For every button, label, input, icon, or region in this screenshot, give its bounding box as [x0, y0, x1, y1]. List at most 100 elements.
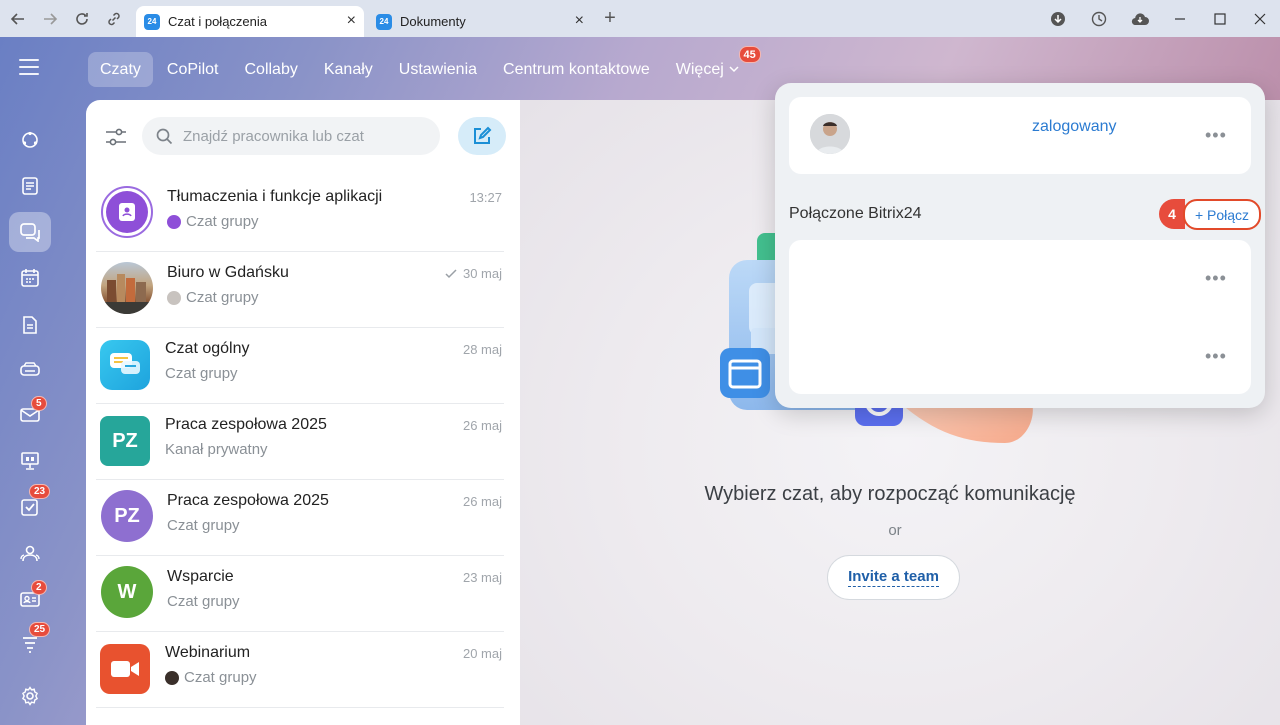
rail-mail-icon[interactable]: 5 — [9, 395, 51, 435]
filter-icon[interactable] — [102, 123, 130, 151]
connected-section-label: Połączone Bitrix24 — [789, 205, 922, 222]
rail-drive-icon[interactable] — [9, 350, 51, 390]
nav-item-chats[interactable]: Czaty — [88, 52, 153, 87]
search-input[interactable] — [183, 127, 413, 145]
nav-item-contact-center[interactable]: Centrum kontaktowe — [491, 52, 662, 87]
more-options-icon[interactable]: ••• — [1205, 347, 1227, 365]
empty-state-or: or — [888, 522, 902, 539]
nav-item-copilot[interactable]: CoPilot — [155, 52, 231, 87]
group-mini-icon — [167, 214, 181, 229]
rail-feed-icon[interactable] — [9, 166, 51, 206]
chat-title: Praca zespołowa 2025 — [167, 492, 329, 509]
chat-subtitle: Czat grupy — [165, 669, 257, 686]
chat-time: 30 maj — [445, 266, 502, 281]
cloud-icon[interactable] — [1119, 0, 1160, 37]
invite-team-button[interactable]: Invite a team — [827, 555, 960, 600]
menu-icon[interactable] — [19, 59, 39, 75]
chat-avatar — [101, 262, 153, 314]
connected-accounts-card: ••• ••• — [789, 240, 1251, 394]
close-icon[interactable]: × — [347, 12, 356, 30]
rail-chats-icon[interactable] — [9, 212, 51, 252]
chat-list-item[interactable]: Biuro w Gdańsku Czat grupy 30 maj — [96, 252, 504, 328]
chat-avatar — [101, 186, 153, 238]
new-tab-button[interactable]: + — [596, 5, 624, 33]
flow-badge: 25 — [29, 622, 51, 637]
user-photo-icon — [810, 114, 850, 154]
rail-copilot-icon[interactable] — [9, 120, 51, 160]
rail-users-icon[interactable] — [9, 533, 51, 573]
chat-time-text: 30 maj — [462, 266, 502, 281]
connect-button[interactable]: + Połącz — [1183, 199, 1261, 230]
current-account-card[interactable]: zalogowany ••• — [789, 97, 1251, 174]
chevron-down-icon — [729, 66, 739, 73]
chat-subtitle: Czat grupy — [167, 213, 259, 230]
chat-list-item[interactable]: Tłumaczenia i funkcje aplikacji Czat gru… — [96, 176, 504, 252]
chat-avatar — [100, 644, 150, 694]
step-number-badge: 4 — [1159, 199, 1185, 229]
chat-list-item[interactable]: W Wsparcie Czat grupy 23 maj — [96, 556, 504, 632]
city-photo-icon — [101, 274, 153, 314]
edit-icon — [474, 126, 492, 144]
chat-time: 28 maj — [462, 342, 502, 357]
chat-subtitle: Czat grupy — [167, 517, 240, 534]
chat-list-panel: Tłumaczenia i funkcje aplikacji Czat gru… — [86, 100, 520, 725]
chat-subtitle: Czat grupy — [167, 289, 259, 306]
account-popup: zalogowany ••• Połączone Bitrix24 4 + Po… — [775, 83, 1265, 408]
rail-flow-icon[interactable]: 25 — [9, 622, 51, 664]
top-navigation: Czaty CoPilot Collaby Kanały Ustawienia … — [88, 46, 761, 87]
chat-title: Czat ogólny — [165, 340, 250, 357]
rail-settings-icon[interactable] — [9, 676, 51, 716]
browser-tab-documents[interactable]: 24 Dokumenty × — [368, 6, 592, 37]
chat-time: 26 maj — [462, 494, 502, 509]
nav-item-settings[interactable]: Ustawienia — [387, 52, 489, 87]
mail-badge: 5 — [31, 396, 47, 411]
chat-avatar: PZ — [101, 490, 153, 542]
chat-subtitle-text: Czat grupy — [186, 289, 259, 306]
chat-subtitle-text: Czat grupy — [184, 669, 257, 686]
more-options-icon[interactable]: ••• — [1205, 269, 1227, 287]
rail-documents-icon[interactable] — [9, 305, 51, 345]
new-chat-button[interactable] — [458, 117, 506, 155]
user-avatar — [810, 114, 850, 154]
forward-icon[interactable] — [34, 0, 66, 37]
rail-calendar-icon[interactable] — [9, 258, 51, 298]
tasks-badge: 23 — [29, 484, 51, 499]
chat-list-item[interactable]: PZ Praca zespołowa 2025 Czat grupy 26 ma… — [96, 480, 504, 556]
avatar-initials: W — [117, 580, 137, 603]
back-icon[interactable] — [2, 0, 34, 37]
window-close-icon[interactable] — [1240, 0, 1280, 37]
chat-subtitle: Czat grupy — [165, 365, 238, 382]
history-icon[interactable] — [1078, 0, 1119, 37]
rail-tasks-icon[interactable]: 23 — [9, 484, 51, 527]
invite-team-label: Invite a team — [848, 568, 939, 587]
nav-item-more[interactable]: Więcej 45 — [664, 46, 761, 87]
tab-title: Czat i połączenia — [168, 14, 267, 29]
reload-icon[interactable] — [66, 0, 98, 37]
contacts-badge: 2 — [31, 580, 47, 595]
download-icon[interactable] — [1037, 0, 1078, 37]
contact-book-icon — [119, 203, 135, 221]
bitrix-favicon-icon: 24 — [376, 13, 392, 30]
chat-time: 26 maj — [462, 418, 502, 433]
chat-title: Praca zespołowa 2025 — [165, 416, 327, 433]
minimize-icon[interactable] — [1160, 0, 1200, 37]
chat-title: Tłumaczenia i funkcje aplikacji — [167, 188, 383, 205]
nav-item-channels[interactable]: Kanały — [312, 52, 385, 87]
close-icon[interactable]: × — [575, 12, 584, 30]
chat-subtitle: Czat grupy — [167, 593, 240, 610]
browser-tab-chat[interactable]: 24 Czat i połączenia × — [136, 6, 364, 37]
chat-list-item[interactable]: Czat ogólny Czat grupy 28 maj — [96, 328, 504, 404]
chat-list-item[interactable]: Webinarium Czat grupy 20 maj — [96, 632, 504, 708]
link-icon[interactable] — [98, 0, 130, 37]
maximize-icon[interactable] — [1200, 0, 1240, 37]
empty-state-title: Wybierz czat, aby rozpocząć komunikację — [704, 483, 1076, 505]
rail-contacts-icon[interactable]: 2 — [9, 579, 51, 619]
messenger-app: 5 23 2 25 Czaty CoPilot Collaby Kanały U… — [0, 37, 1280, 725]
more-options-icon[interactable]: ••• — [1205, 126, 1227, 144]
browser-titlebar: 24 Czat i połączenia × 24 Dokumenty × + — [0, 0, 1280, 37]
nav-item-collaby[interactable]: Collaby — [232, 52, 309, 87]
chat-list-item[interactable]: PZ Praca zespołowa 2025 Kanał prywatny 2… — [96, 404, 504, 480]
search-row — [86, 100, 520, 170]
user-mini-avatar — [167, 290, 181, 305]
rail-webinar-icon[interactable] — [9, 441, 51, 481]
